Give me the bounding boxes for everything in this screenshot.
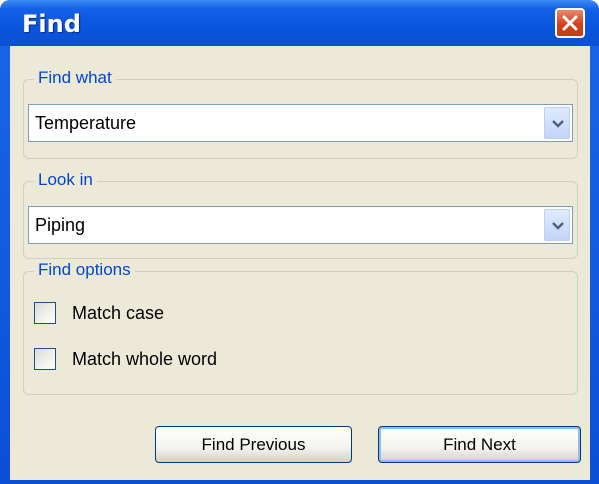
title-bar[interactable]: Find bbox=[0, 0, 599, 46]
close-icon bbox=[562, 15, 578, 31]
find-what-legend: Find what bbox=[34, 68, 116, 88]
look-in-value[interactable]: Piping bbox=[35, 215, 85, 236]
find-what-dropdown-button[interactable] bbox=[544, 107, 570, 139]
match-case-label[interactable]: Match case bbox=[72, 303, 164, 324]
find-next-button[interactable]: Find Next bbox=[378, 426, 581, 463]
find-what-value[interactable]: Temperature bbox=[35, 113, 136, 134]
find-options-legend: Find options bbox=[34, 260, 135, 280]
look-in-legend: Look in bbox=[34, 170, 97, 190]
match-case-checkbox[interactable] bbox=[34, 302, 56, 324]
window-title: Find bbox=[22, 10, 81, 38]
match-whole-word-label[interactable]: Match whole word bbox=[72, 349, 217, 370]
find-what-group: Find what Temperature bbox=[23, 68, 578, 159]
close-button[interactable] bbox=[555, 8, 585, 38]
chevron-down-icon bbox=[552, 120, 564, 128]
match-whole-word-checkbox[interactable] bbox=[34, 348, 56, 370]
find-what-combobox[interactable]: Temperature bbox=[28, 104, 573, 142]
chevron-down-icon bbox=[552, 222, 564, 230]
find-dialog: Find Find what Temperature Look in Pipin… bbox=[0, 0, 599, 484]
look-in-group: Look in Piping bbox=[23, 170, 578, 259]
look-in-dropdown-button[interactable] bbox=[544, 209, 570, 241]
look-in-combobox[interactable]: Piping bbox=[28, 206, 573, 244]
find-previous-button[interactable]: Find Previous bbox=[155, 426, 352, 463]
dialog-body: Find what Temperature Look in Piping Fin… bbox=[10, 46, 590, 480]
find-options-group: Find options Match case Match whole word bbox=[23, 260, 578, 395]
